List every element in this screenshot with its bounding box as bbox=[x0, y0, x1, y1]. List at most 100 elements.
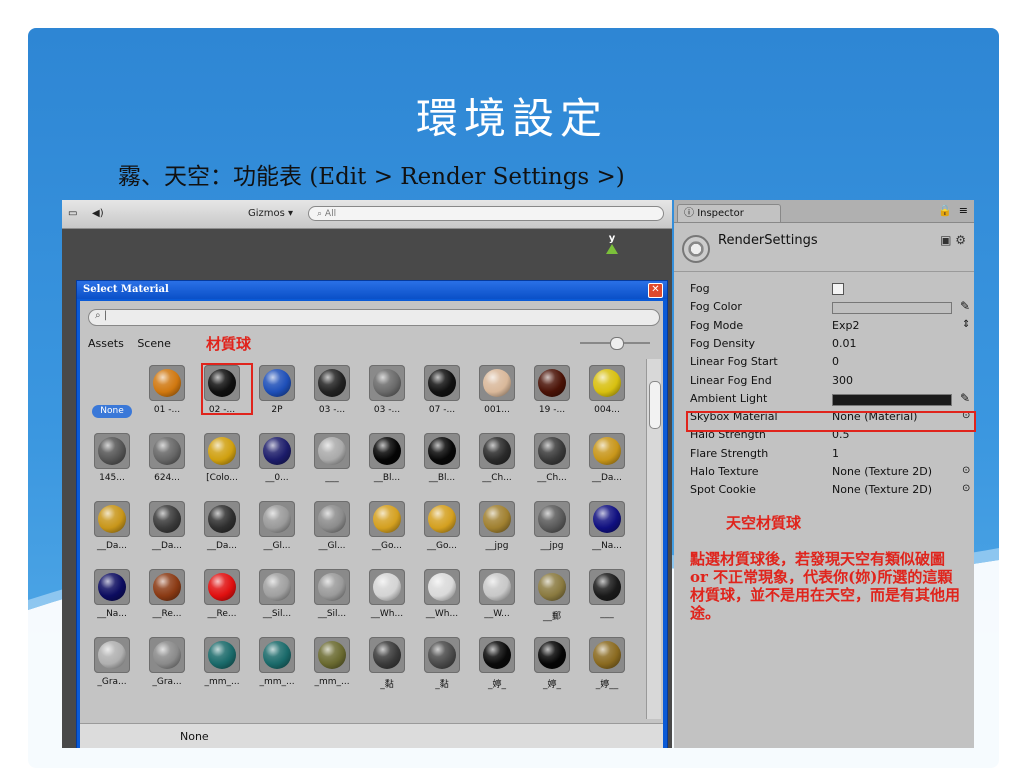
material-item[interactable]: _婷_ bbox=[526, 637, 578, 699]
image-mode-icon[interactable]: ▭ bbox=[68, 206, 77, 222]
material-item[interactable]: __Re... bbox=[196, 569, 248, 631]
material-thumbnail[interactable] bbox=[424, 569, 460, 605]
vertical-scrollbar[interactable] bbox=[646, 359, 661, 719]
material-thumbnail[interactable] bbox=[424, 365, 460, 401]
material-thumbnail[interactable] bbox=[94, 569, 130, 605]
none-option[interactable]: None bbox=[92, 405, 132, 418]
material-item[interactable]: _Gra... bbox=[86, 637, 138, 699]
material-thumbnail[interactable] bbox=[314, 501, 350, 537]
material-item[interactable]: __Wh... bbox=[416, 569, 468, 631]
material-thumbnail[interactable] bbox=[534, 569, 570, 605]
material-thumbnail[interactable] bbox=[149, 365, 185, 401]
material-item[interactable]: _mm_... bbox=[251, 637, 303, 699]
material-thumbnail[interactable] bbox=[259, 501, 295, 537]
material-item[interactable]: _mm_... bbox=[306, 637, 358, 699]
material-item[interactable]: _mm_... bbox=[196, 637, 248, 699]
material-thumbnail[interactable] bbox=[534, 637, 570, 673]
material-thumbnail[interactable] bbox=[94, 637, 130, 673]
fog-checkbox[interactable] bbox=[832, 283, 844, 295]
material-thumbnail[interactable] bbox=[149, 433, 185, 469]
material-thumbnail[interactable] bbox=[479, 365, 515, 401]
stepper-icon[interactable]: ⇕ bbox=[962, 319, 970, 330]
material-item[interactable]: _婷__ bbox=[581, 637, 633, 699]
material-item[interactable]: 07 -... bbox=[416, 365, 468, 427]
material-item[interactable]: __Na... bbox=[86, 569, 138, 631]
material-thumbnail[interactable] bbox=[314, 637, 350, 673]
material-item[interactable]: 01 -... bbox=[141, 365, 193, 427]
material-item[interactable]: __Wh... bbox=[361, 569, 413, 631]
material-item[interactable]: __Sil... bbox=[251, 569, 303, 631]
material-thumbnail[interactable] bbox=[534, 433, 570, 469]
material-thumbnail[interactable] bbox=[204, 365, 240, 401]
material-item[interactable]: __Go... bbox=[416, 501, 468, 563]
material-item[interactable]: _黏 bbox=[361, 637, 413, 699]
color-field[interactable] bbox=[832, 393, 952, 406]
material-item[interactable]: ___ bbox=[306, 433, 358, 495]
component-settings-icon[interactable]: ▣ ⚙ bbox=[940, 233, 966, 247]
object-picker-icon[interactable]: ⊙ bbox=[962, 465, 970, 476]
material-thumbnail[interactable] bbox=[479, 569, 515, 605]
material-thumbnail[interactable] bbox=[589, 569, 625, 605]
material-item[interactable]: _Gra... bbox=[141, 637, 193, 699]
material-thumbnail[interactable] bbox=[424, 433, 460, 469]
material-thumbnail[interactable] bbox=[314, 569, 350, 605]
object-picker-icon[interactable]: ⊙ bbox=[962, 483, 970, 494]
material-thumbnail[interactable] bbox=[94, 501, 130, 537]
scrollbar-thumb[interactable] bbox=[649, 381, 661, 429]
material-item[interactable]: __Bl... bbox=[361, 433, 413, 495]
material-thumbnail[interactable] bbox=[259, 365, 295, 401]
material-thumbnail[interactable] bbox=[479, 501, 515, 537]
property-value[interactable]: Exp2 bbox=[832, 319, 859, 332]
material-item[interactable]: __Sil... bbox=[306, 569, 358, 631]
material-item[interactable]: __Ch... bbox=[471, 433, 523, 495]
axis-gizmo[interactable]: y bbox=[592, 233, 632, 257]
material-thumbnail[interactable] bbox=[149, 637, 185, 673]
material-item[interactable]: [Colo... bbox=[196, 433, 248, 495]
material-thumbnail[interactable] bbox=[479, 637, 515, 673]
material-item[interactable]: 145... bbox=[86, 433, 138, 495]
material-item[interactable]: __Da... bbox=[141, 501, 193, 563]
property-value[interactable]: None (Texture 2D) bbox=[832, 483, 932, 496]
material-item[interactable]: 19 -... bbox=[526, 365, 578, 427]
material-thumbnail[interactable] bbox=[149, 569, 185, 605]
material-item[interactable]: 624... bbox=[141, 433, 193, 495]
material-item[interactable]: _婷_ bbox=[471, 637, 523, 699]
material-search-input[interactable]: ⌕ | bbox=[88, 309, 660, 326]
property-value[interactable]: 300 bbox=[832, 374, 853, 387]
material-item[interactable]: __jpg bbox=[471, 501, 523, 563]
material-thumbnail[interactable] bbox=[259, 569, 295, 605]
material-thumbnail[interactable] bbox=[534, 365, 570, 401]
material-item[interactable]: __Re... bbox=[141, 569, 193, 631]
eyedropper-icon[interactable]: ✎ bbox=[960, 299, 970, 313]
material-item[interactable]: ___ bbox=[581, 569, 633, 631]
material-thumbnail[interactable] bbox=[369, 433, 405, 469]
material-item[interactable]: __jpg bbox=[526, 501, 578, 563]
color-field[interactable] bbox=[832, 302, 952, 315]
material-thumbnail[interactable] bbox=[369, 365, 405, 401]
material-item[interactable]: 03 -... bbox=[361, 365, 413, 427]
material-item[interactable]: 03 -... bbox=[306, 365, 358, 427]
material-thumbnail[interactable] bbox=[204, 569, 240, 605]
material-thumbnail[interactable] bbox=[589, 501, 625, 537]
property-value[interactable]: 0.01 bbox=[832, 337, 857, 350]
material-thumbnail[interactable] bbox=[589, 365, 625, 401]
gizmos-dropdown[interactable]: Gizmos ▾ bbox=[248, 206, 293, 222]
material-thumbnail[interactable] bbox=[369, 501, 405, 537]
material-item[interactable]: 02 -... bbox=[196, 365, 248, 427]
material-item[interactable]: __Na... bbox=[581, 501, 633, 563]
material-thumbnail[interactable] bbox=[149, 501, 185, 537]
thumbnail-size-slider[interactable] bbox=[610, 337, 624, 350]
close-button[interactable]: ✕ bbox=[648, 283, 663, 298]
material-item[interactable]: 004... bbox=[581, 365, 633, 427]
material-thumbnail[interactable] bbox=[259, 433, 295, 469]
material-thumbnail[interactable] bbox=[314, 433, 350, 469]
material-item[interactable]: __郵 bbox=[526, 569, 578, 631]
material-thumbnail[interactable] bbox=[479, 433, 515, 469]
material-thumbnail[interactable] bbox=[204, 637, 240, 673]
material-thumbnail[interactable] bbox=[314, 365, 350, 401]
material-thumbnail[interactable] bbox=[424, 501, 460, 537]
material-thumbnail[interactable] bbox=[369, 637, 405, 673]
material-item[interactable]: _黏 bbox=[416, 637, 468, 699]
property-value[interactable]: 0 bbox=[832, 355, 839, 368]
audio-icon[interactable]: ◀) bbox=[92, 206, 104, 222]
